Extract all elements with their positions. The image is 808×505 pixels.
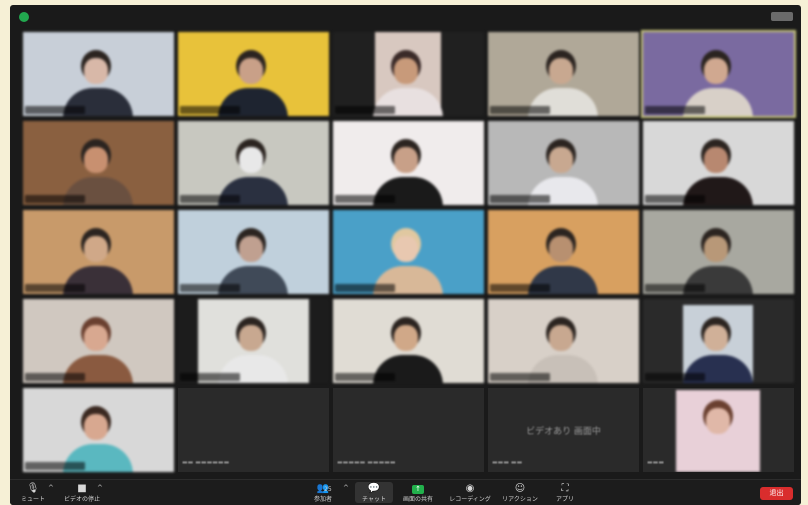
share-screen-icon: ↑ [412, 485, 424, 494]
participants-label: 参加者 [313, 496, 332, 503]
name-bar [180, 373, 240, 381]
share-label: 画面の共有 [402, 496, 433, 503]
participant-tile-avatar[interactable]: ▬▬▬ [643, 388, 794, 472]
name-bar [490, 373, 550, 381]
name-bar [180, 106, 240, 114]
reactions-button[interactable]: ☺ リアクション [498, 483, 542, 504]
participant-gallery: ▬▬ ▬▬▬▬▬▬ ▬▬▬▬▬ ▬▬▬▬▬ ビデオあり 画面中 ▬▬▬ ▬▬ ▬… [10, 5, 801, 480]
share-screen-button[interactable]: ↑ 画面の共有 [400, 485, 436, 503]
name-bar [335, 195, 395, 203]
name-bar [490, 284, 550, 292]
participant-tile[interactable] [488, 210, 639, 294]
record-button[interactable]: ◉ レコーディング [445, 483, 495, 504]
apps-icon: ⛶ [561, 483, 569, 494]
name-bar [645, 373, 705, 381]
participant-tile[interactable] [23, 210, 174, 294]
name-bar [645, 106, 705, 114]
chat-button[interactable]: 💬 チャット [355, 482, 393, 503]
mute-label: ミュート [20, 496, 45, 503]
name-bar [25, 284, 85, 292]
participant-tile[interactable] [488, 32, 639, 116]
participant-tile[interactable] [488, 299, 639, 383]
name-bar [490, 106, 550, 114]
participant-tile[interactable] [488, 121, 639, 205]
video-label: ビデオの停止 [63, 496, 100, 503]
tile-label: ビデオあり 画面中 [526, 427, 601, 437]
participants-options-caret-icon[interactable]: ^ [343, 484, 349, 492]
participants-button[interactable]: 👥 25 参加者 [308, 484, 338, 504]
video-camera-icon: ■ [77, 483, 87, 494]
mute-button[interactable]: 🎙 ミュート [20, 483, 46, 504]
avatar [676, 390, 760, 472]
participant-name-blurred: ▬▬▬ [647, 459, 665, 466]
reaction-emoji-icon: ☺ [514, 483, 526, 494]
participant-tile[interactable] [23, 121, 174, 205]
meeting-toolbar: 🎙 ミュート ^ ■ ビデオの停止 ^ 👥 25 参加者 ^ 💬 チャット ↑ … [10, 479, 801, 505]
name-bar [335, 284, 395, 292]
participant-tile[interactable] [178, 299, 329, 383]
participant-tile[interactable] [178, 121, 329, 205]
participants-count: 25 [324, 486, 332, 493]
mute-options-caret-icon[interactable]: ^ [48, 484, 54, 492]
record-icon: ◉ [465, 483, 475, 494]
participant-tile[interactable] [333, 32, 484, 116]
participant-tile[interactable] [643, 210, 794, 294]
apps-button[interactable]: ⛶ アプリ [550, 483, 580, 504]
participant-tile[interactable] [23, 299, 174, 383]
apps-label: アプリ [555, 496, 574, 503]
name-bar [25, 106, 85, 114]
reactions-label: リアクション [502, 496, 538, 503]
name-bar [180, 195, 240, 203]
participant-name-blurred: ▬▬▬ ▬▬ [492, 459, 523, 466]
name-bar [25, 195, 85, 203]
end-meeting-button[interactable]: 退出 [760, 487, 793, 500]
participant-tile[interactable] [178, 210, 329, 294]
name-bar [25, 373, 85, 381]
participant-name-blurred: ▬▬▬▬▬ ▬▬▬▬▬ [337, 459, 396, 466]
participant-tile[interactable] [333, 210, 484, 294]
name-bar [645, 284, 705, 292]
participant-tile[interactable] [23, 32, 174, 116]
name-bar [490, 195, 550, 203]
chat-label: チャット [362, 496, 386, 503]
name-bar [645, 195, 705, 203]
chat-bubble-icon: 💬 [367, 483, 381, 494]
participant-tile-no-video[interactable]: ▬▬▬▬▬ ▬▬▬▬▬ [333, 388, 484, 472]
name-bar [25, 462, 85, 470]
microphone-icon: 🎙 [26, 483, 40, 494]
participant-tile[interactable] [333, 121, 484, 205]
active-speaker-tile[interactable] [641, 30, 796, 118]
record-label: レコーディング [449, 496, 491, 503]
name-bar [180, 284, 240, 292]
participant-tile-no-video[interactable]: ビデオあり 画面中 ▬▬▬ ▬▬ [488, 388, 639, 472]
video-options-caret-icon[interactable]: ^ [97, 484, 103, 492]
name-bar [335, 106, 395, 114]
zoom-meeting-window: ▬▬ ▬▬▬▬▬▬ ▬▬▬▬▬ ▬▬▬▬▬ ビデオあり 画面中 ▬▬▬ ▬▬ ▬… [10, 5, 801, 505]
participant-tile[interactable] [643, 121, 794, 205]
participant-tile[interactable] [333, 299, 484, 383]
participant-tile-no-video[interactable]: ▬▬ ▬▬▬▬▬▬ [178, 388, 329, 472]
participant-name-blurred: ▬▬ ▬▬▬▬▬▬ [182, 459, 230, 466]
participant-tile[interactable] [643, 299, 794, 383]
name-bar [335, 373, 395, 381]
participant-tile[interactable] [23, 388, 174, 472]
participant-tile[interactable] [178, 32, 329, 116]
